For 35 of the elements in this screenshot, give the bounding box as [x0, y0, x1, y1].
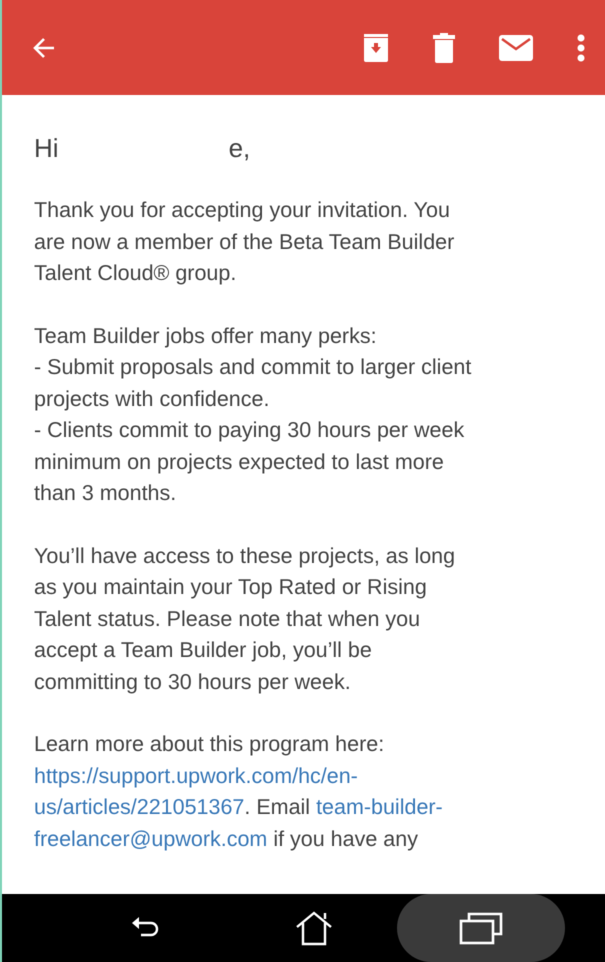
body-text: Talent Cloud® group.	[34, 261, 236, 285]
mark-unread-button[interactable]	[499, 34, 533, 60]
email-link[interactable]: team-builder-	[316, 795, 443, 819]
more-button[interactable]	[577, 34, 585, 62]
archive-button[interactable]	[363, 34, 389, 62]
body-text: Thank you for accepting your invitation. You	[34, 198, 450, 222]
delete-button[interactable]	[433, 32, 455, 62]
back-arrow-icon	[32, 36, 56, 58]
body-text: accept a Team Builder job, you’ll be	[34, 638, 372, 662]
body-text: projects with confidence.	[34, 386, 270, 410]
mail-icon	[499, 34, 533, 60]
body-text: Learn more about this program here:	[34, 732, 384, 756]
body-text: committing to 30 hours per week.	[34, 670, 351, 694]
body-text: You’ll have access to these projects, as long	[34, 544, 456, 568]
body-text: minimum on projects expected to last more	[34, 450, 444, 474]
body-text: - Clients commit to paying 30 hours per week	[34, 418, 464, 442]
body-text: Team Builder jobs offer many perks:	[34, 324, 377, 348]
body-text: - Submit proposals and commit to larger client	[34, 355, 472, 379]
more-icon	[577, 34, 585, 62]
body-text: as you maintain your Top Rated or Rising	[34, 575, 427, 599]
body-text: Talent status. Please note that when you	[34, 606, 420, 630]
body-text: are now a member of the Beta Team Builder	[34, 230, 454, 254]
body-text: . Email	[244, 795, 312, 819]
archive-icon	[363, 34, 389, 62]
back-button[interactable]	[32, 36, 56, 58]
email-link[interactable]: freelancer@upwork.com	[34, 826, 268, 850]
email-link[interactable]: https://support.upwork.com/hc/en-	[34, 764, 358, 788]
recents-icon	[459, 911, 504, 945]
home-icon	[294, 910, 334, 946]
email-link[interactable]: us/articles/221051367	[34, 795, 244, 819]
body-text: if you have any	[272, 826, 418, 850]
trash-icon	[433, 32, 455, 62]
greeting-text: e,	[228, 132, 250, 165]
body-text: than 3 months.	[34, 481, 176, 505]
greeting-text: Hi	[34, 132, 59, 165]
